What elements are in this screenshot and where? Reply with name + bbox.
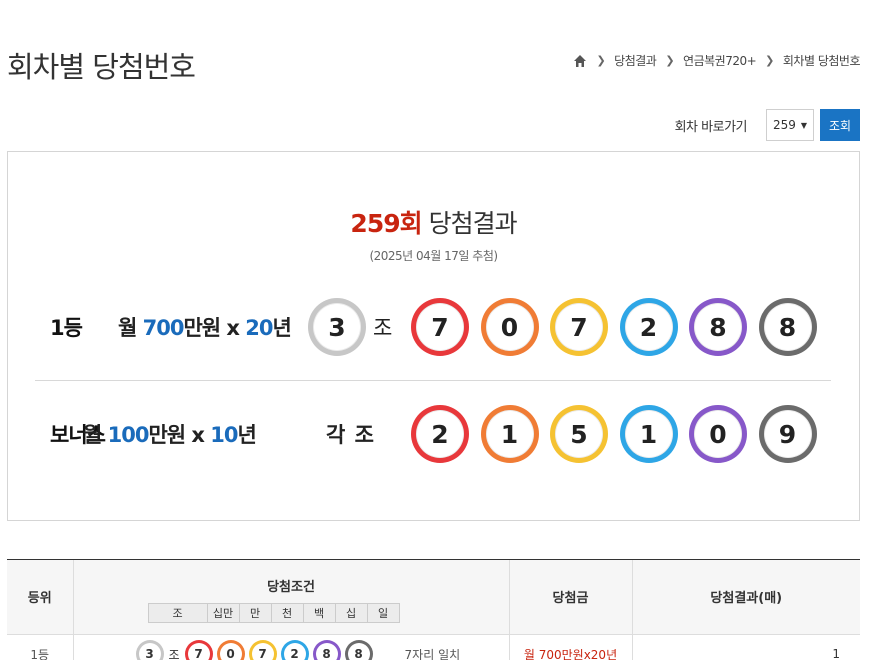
prize-table: 등위 당첨조건 조 십만 만 천 백 십 일 당첨금 당첨결과(매) 1등 3조707288… [7, 559, 860, 660]
first-ball-5: 8 [689, 298, 747, 356]
bonus-ball-2: 1 [480, 405, 539, 463]
chevron-right-icon: ❯ [596, 54, 606, 67]
draw-date: (2025년 04월 17일 추첨) [369, 249, 498, 263]
sub-header-3: 만 [238, 603, 272, 623]
first-ball-1: 7 [411, 298, 469, 356]
first-prize-amount: 월 700만원 x 20년 [118, 316, 292, 340]
first-ball-3: 7 [550, 298, 608, 356]
sub-header-2: 십만 [206, 603, 240, 623]
breadcrumb-item-results[interactable]: 당첨결과 [614, 52, 657, 69]
chevron-right-icon: ❯ [665, 54, 675, 67]
group-ball: 3 [308, 298, 366, 356]
th-rank: 등위 [7, 560, 74, 635]
bonus-prize-amount: 월 100만원 x 10년 [83, 423, 257, 447]
breadcrumb-item-current: 회차별 당첨번호 [782, 54, 861, 68]
sub-headers: 조 십만 만 천 백 십 일 [74, 603, 509, 623]
row-count: 1 [832, 647, 840, 660]
caret-down-icon: ▼ [800, 120, 808, 130]
row-condition-text: 7자리 일치 [404, 647, 461, 660]
breadcrumb: ❯ 당첨결과 ❯ 연금복권720+ ❯ 회차별 당첨번호 [573, 52, 861, 69]
bonus-ball-4: 1 [619, 405, 678, 463]
sub-header-4: 천 [270, 603, 304, 623]
search-button[interactable]: 조회 [820, 109, 860, 141]
group-suffix: 조 [373, 316, 393, 340]
each-group-label: 각 조 [326, 423, 375, 447]
mini-ball-1: 7 [184, 640, 213, 660]
first-prize-row: 1등 월 700만원 x 20년 3 조 707288 [8, 297, 859, 357]
breadcrumb-item-pension[interactable]: 연금복권720+ [683, 52, 757, 69]
sub-header-1: 조 [147, 603, 208, 623]
bonus-ball-3: 5 [550, 405, 608, 463]
result-title: 259회 당첨결과 [8, 204, 859, 240]
row-prize: 월 700만원x20년 [509, 634, 633, 660]
first-ball-2: 0 [480, 298, 539, 356]
first-ball-6: 8 [758, 298, 817, 356]
goto-label: 회차 바로가기 [674, 119, 748, 135]
th-prize: 당첨금 [509, 560, 633, 635]
home-icon[interactable] [573, 54, 587, 68]
mini-group-ball: 3 [135, 640, 164, 660]
mini-ball-4: 2 [280, 640, 309, 660]
th-condition-label: 당첨조건 [267, 580, 315, 595]
bonus-ball-6: 9 [758, 405, 817, 463]
result-title-suffix: 당첨결과 [428, 209, 518, 238]
mini-ball-2: 0 [216, 640, 245, 660]
mini-ball-6: 8 [344, 640, 373, 660]
table-row: 1등 3 조 7 0 7 2 8 8 7자리 일치 월 700만원x20년 1 [7, 634, 860, 660]
mini-group-suffix: 조 [168, 647, 180, 660]
round-select[interactable]: 259 ▼ [766, 109, 814, 141]
first-ball-4: 2 [619, 298, 678, 356]
page-title: 회차별 당첨번호 [7, 50, 196, 84]
sub-header-5: 백 [302, 603, 336, 623]
bonus-prize-row: 보너스 월 100만원 x 10년 각 조 215109 [8, 404, 859, 464]
th-condition: 당첨조건 조 십만 만 천 백 십 일 [73, 560, 510, 635]
sub-header-7: 일 [366, 603, 400, 623]
sub-header-6: 십 [334, 603, 368, 623]
chevron-right-icon: ❯ [765, 54, 774, 67]
bonus-ball-5: 0 [689, 405, 747, 463]
divider [35, 380, 831, 381]
first-rank-label: 1등 [50, 316, 83, 340]
row-rank: 1등 [7, 634, 74, 660]
result-box: 259회 당첨결과 (2025년 04월 17일 추첨) 1등 월 700만원 … [7, 151, 860, 521]
mini-ball-3: 7 [248, 640, 277, 660]
th-count: 당첨결과(매) [632, 560, 860, 635]
bonus-ball-1: 2 [411, 405, 469, 463]
mini-ball-5: 8 [312, 640, 341, 660]
row-condition: 3 조 7 0 7 2 8 8 7자리 일치 [73, 634, 510, 660]
round-number: 259회 [350, 209, 422, 238]
round-select-value: 259 [772, 118, 796, 132]
round-goto: 회차 바로가기 259 ▼ 조회 [675, 109, 860, 141]
